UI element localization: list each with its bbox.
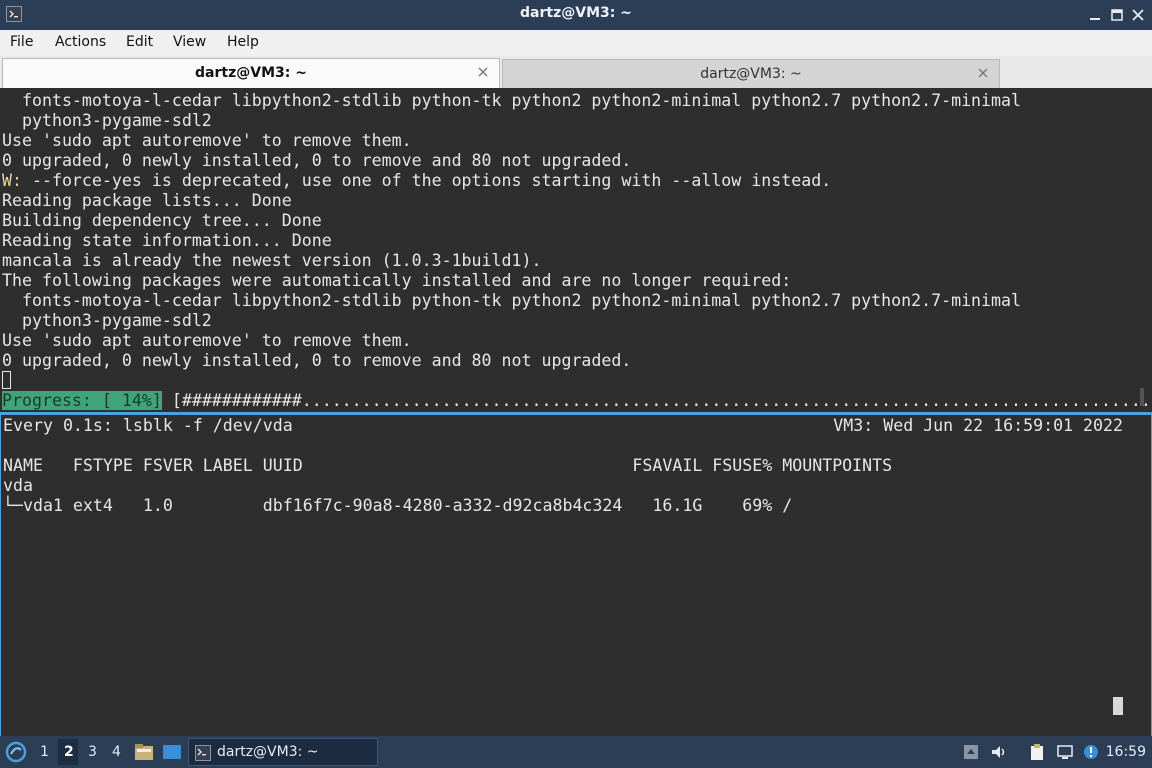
- terminal-line: mancala is already the newest version (1…: [2, 251, 542, 270]
- tab-label: dartz@VM3: ~: [195, 65, 307, 81]
- terminal-line: python3-pygame-sdl2: [2, 111, 212, 130]
- menu-help[interactable]: Help: [227, 34, 259, 50]
- terminal-warning-line: W: --force-yes is deprecated, use one of…: [2, 171, 831, 191]
- terminal-cursor: [2, 371, 11, 389]
- menu-bar: File Actions Edit View Help: [0, 30, 1152, 56]
- progress-bar: [############...........................…: [161, 391, 1152, 410]
- lsblk-row: └─vda1 ext4 1.0 dbf16f7c-90a8-4280-a332-…: [3, 496, 793, 515]
- watch-header-left: Every 0.1s: lsblk -f /dev/vda: [3, 416, 293, 435]
- menu-view[interactable]: View: [173, 34, 206, 50]
- workspace-1[interactable]: 1: [40, 744, 49, 760]
- workspace-4[interactable]: 4: [112, 744, 121, 760]
- tab-close-icon[interactable]: [477, 66, 489, 78]
- taskbar-window-label: dartz@VM3: ~: [217, 744, 319, 760]
- tab-terminal-2[interactable]: dartz@VM3: ~: [502, 59, 1000, 88]
- terminal-cursor: [1113, 697, 1123, 715]
- warning-text: --force-yes is deprecated, use one of th…: [21, 171, 832, 190]
- terminal-line: 0 upgraded, 0 newly installed, 0 to remo…: [2, 151, 632, 170]
- menu-file[interactable]: File: [10, 34, 33, 50]
- workspace-2[interactable]: 2: [64, 744, 74, 760]
- taskbar: 1 2 3 4 dartz@VM3: ~ 16:59: [0, 736, 1152, 768]
- terminal-line: python3-pygame-sdl2: [2, 311, 212, 330]
- menu-actions[interactable]: Actions: [55, 34, 106, 50]
- menu-edit[interactable]: Edit: [126, 34, 153, 50]
- notification-icon[interactable]: [1082, 743, 1100, 761]
- clipboard-icon[interactable]: [1028, 743, 1046, 761]
- tab-bar: dartz@VM3: ~ dartz@VM3: ~: [0, 56, 1152, 88]
- terminal-line: 0 upgraded, 0 newly installed, 0 to remo…: [2, 351, 632, 370]
- terminal-line: The following packages were automaticall…: [2, 271, 792, 290]
- close-icon[interactable]: [1129, 6, 1147, 24]
- maximize-icon[interactable]: [1108, 6, 1126, 24]
- volume-icon[interactable]: [990, 743, 1008, 761]
- tab-terminal-1[interactable]: dartz@VM3: ~: [2, 58, 500, 88]
- taskbar-window-terminal[interactable]: dartz@VM3: ~: [188, 738, 378, 766]
- tab-close-icon[interactable]: [977, 67, 989, 79]
- window-titlebar: dartz@VM3: ~: [0, 0, 1152, 30]
- network-icon[interactable]: [1056, 743, 1074, 761]
- terminal-line: Reading package lists... Done: [2, 191, 292, 210]
- show-hide-icon[interactable]: [962, 743, 980, 761]
- terminal-pane-top[interactable]: fonts-motoya-l-cedar libpython2-stdlib p…: [0, 88, 1152, 412]
- terminal-icon: [195, 745, 211, 761]
- terminal-line: Reading state information... Done: [2, 231, 332, 250]
- lsblk-row: vda: [3, 476, 33, 495]
- terminal-pane-bottom[interactable]: Every 0.1s: lsblk -f /dev/vda VM3: Wed J…: [0, 414, 1152, 737]
- clock[interactable]: 16:59: [1106, 744, 1146, 760]
- progress-line: Progress: [ 14%] [############..........…: [2, 391, 1152, 411]
- terminal-line: Use 'sudo apt autoremove' to remove them…: [2, 131, 412, 150]
- window-title: dartz@VM3: ~: [520, 5, 632, 21]
- warning-prefix: W:: [2, 171, 22, 190]
- terminal-line: fonts-motoya-l-cedar libpython2-stdlib p…: [2, 291, 1022, 310]
- terminal-line: Building dependency tree... Done: [2, 211, 322, 230]
- workspace-3[interactable]: 3: [88, 744, 97, 760]
- scrollbar-handle[interactable]: [1140, 388, 1144, 406]
- progress-label: Progress: [ 14%]: [2, 391, 162, 410]
- lsblk-table-header: NAME FSTYPE FSVER LABEL UUID FSAVAIL FSU…: [3, 456, 893, 475]
- file-manager-icon[interactable]: [134, 743, 154, 761]
- watch-header-right: VM3: Wed Jun 22 16:59:01 2022: [833, 416, 1123, 435]
- desktop-icon[interactable]: [162, 743, 182, 761]
- start-menu-icon[interactable]: [5, 741, 27, 763]
- tab-label: dartz@VM3: ~: [700, 66, 802, 82]
- minimize-icon[interactable]: [1086, 6, 1104, 24]
- terminal-line: Use 'sudo apt autoremove' to remove them…: [2, 331, 412, 350]
- terminal-line: fonts-motoya-l-cedar libpython2-stdlib p…: [2, 91, 1022, 110]
